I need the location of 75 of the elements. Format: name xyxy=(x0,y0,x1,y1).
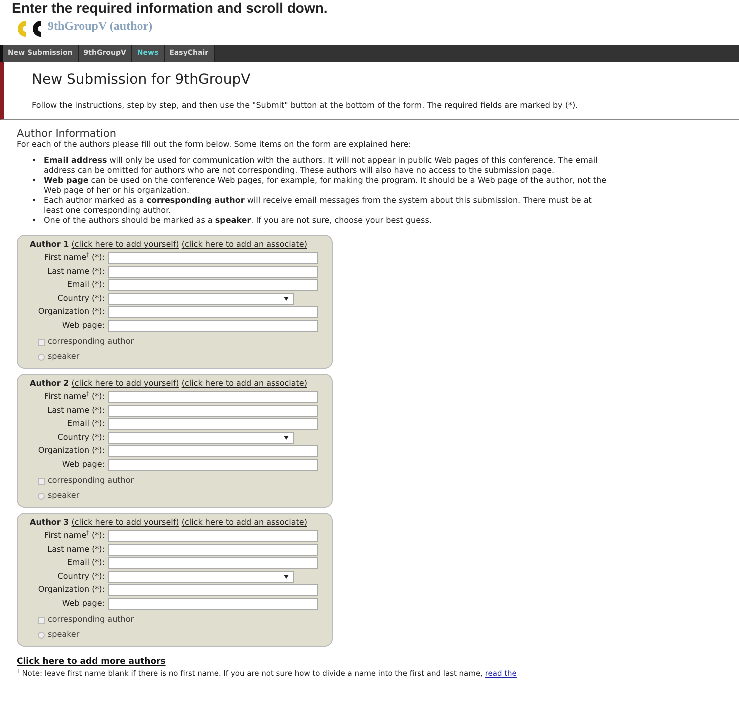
radio-button[interactable] xyxy=(38,632,45,639)
bullet-text: Each author marked as a corresponding author will receive email messages from the system about this submission. There must be at least one corresponding author. xyxy=(44,196,593,216)
input-field[interactable] xyxy=(108,544,318,556)
author-title: Author 3 xyxy=(30,518,70,528)
input-field[interactable] xyxy=(108,584,318,596)
checkbox-label: corresponding author xyxy=(48,476,134,486)
add-author-link[interactable]: (click here to add yourself) xyxy=(72,379,180,388)
caret-icon xyxy=(284,436,289,440)
section-title: Author Information xyxy=(17,128,118,140)
radio-label: speaker xyxy=(48,491,80,502)
field-label: Last name (*): xyxy=(46,266,106,277)
add-author-link[interactable]: (click here to add an associate) xyxy=(182,379,308,388)
field-label: Email (*): xyxy=(66,419,106,430)
field-label: Organization (*): xyxy=(37,446,106,456)
field-label: Organization (*): xyxy=(37,585,106,596)
country-select[interactable] xyxy=(108,432,294,444)
field-label: First name$^{†}$ (*): xyxy=(43,392,106,402)
radio-button[interactable] xyxy=(38,354,45,361)
intro-text: For each of the authors please fill out the form below. Some items on the form are explained here: xyxy=(17,140,412,150)
input-field[interactable] xyxy=(108,306,318,318)
field-label: Web page: xyxy=(61,320,106,331)
input-field[interactable] xyxy=(108,279,318,292)
add-author-link[interactable]: (click here to add yourself) xyxy=(72,240,180,250)
field-label: Web page: xyxy=(61,598,106,609)
country-select[interactable] xyxy=(108,292,294,305)
checkbox[interactable] xyxy=(38,478,45,485)
input-field[interactable] xyxy=(108,530,318,542)
radio-button[interactable] xyxy=(38,492,45,500)
input-field[interactable] xyxy=(108,557,318,570)
input-field[interactable] xyxy=(108,418,318,430)
country-select[interactable] xyxy=(108,570,294,583)
author-title: Author 1 xyxy=(30,240,70,250)
input-field[interactable] xyxy=(108,391,318,404)
site-title: 9thGroupV (author) xyxy=(48,19,153,33)
bullet-marker: • xyxy=(32,176,37,188)
checkbox-label: corresponding author xyxy=(48,337,134,348)
bullet-text: Email address will only be used for communication with the authors. It will not appear in public Web pages of this conference. The email address can be omitted for authors who are not corresponding. These authors will also have no access to the submission page. xyxy=(44,156,599,176)
input-field[interactable] xyxy=(108,404,318,417)
bullet-text: One of the authors should be marked as a speaker. If you are not sure, choose your best guess. xyxy=(44,216,432,226)
field-label: Last name (*): xyxy=(46,544,106,555)
bullet-marker: • xyxy=(32,216,37,226)
checkbox[interactable] xyxy=(38,616,45,624)
field-label: First name$^{†}$ (*): xyxy=(43,253,106,264)
caption-text: Enter the required information and scroll down. xyxy=(12,0,328,17)
input-field[interactable] xyxy=(108,445,318,458)
caret-icon xyxy=(284,574,289,579)
radio-label: speaker xyxy=(48,352,80,362)
input-field[interactable] xyxy=(108,320,318,332)
field-label: Web page: xyxy=(61,460,106,470)
checkbox[interactable] xyxy=(38,338,45,346)
bullet-marker: • xyxy=(32,196,37,208)
input-field[interactable] xyxy=(108,252,318,264)
field-label: Country (*): xyxy=(56,432,106,443)
add-author-link[interactable]: (click here to add yourself) xyxy=(72,518,180,528)
add-authors-link[interactable]: Click here to add more authors xyxy=(17,657,166,668)
input-field[interactable] xyxy=(108,458,318,471)
checkbox-label: corresponding author xyxy=(48,615,134,626)
input-field[interactable] xyxy=(108,266,318,278)
field-label: Country (*): xyxy=(56,572,106,582)
bullet-text: Web page can be used on the conference Web pages, for example, for making the program. It should be a Web page of the author, not the Web page of her or his organization. xyxy=(44,176,607,196)
bullet-marker: • xyxy=(32,156,37,168)
instructions-text: Follow the instructions, step by step, and then use the "Submit" button at the bottom of the form. The required fields are marked by (*). xyxy=(32,100,580,111)
input-field[interactable] xyxy=(108,598,318,610)
radio-label: speaker xyxy=(48,630,80,640)
author-title: Author 2 xyxy=(30,379,70,388)
caret-icon xyxy=(284,296,289,301)
field-label: First name$^{†}$ (*): xyxy=(43,531,106,542)
field-label: Country (*): xyxy=(56,294,106,304)
field-label: Organization (*): xyxy=(37,307,106,318)
add-author-link[interactable]: (click here to add an associate) xyxy=(182,518,308,528)
field-label: Email (*): xyxy=(66,280,106,290)
add-author-link[interactable]: (click here to add an associate) xyxy=(182,240,308,250)
page-title: New Submission for 9thGroupV xyxy=(32,72,252,89)
field-label: Last name (*): xyxy=(46,406,106,416)
field-label: Email (*): xyxy=(66,558,106,568)
